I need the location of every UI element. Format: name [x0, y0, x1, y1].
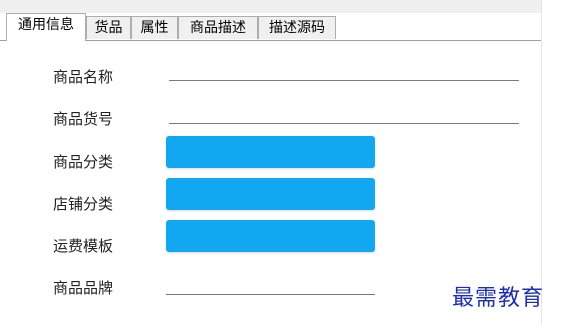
- tab-general-info[interactable]: 通用信息: [6, 13, 86, 41]
- tab-goods[interactable]: 货品: [86, 16, 131, 39]
- right-divider: [541, 0, 542, 325]
- product-name-label: 商品名称: [53, 68, 114, 86]
- window-top-strip: [0, 0, 541, 13]
- tab-attributes[interactable]: 属性: [131, 16, 178, 39]
- shipping-template-select[interactable]: [166, 220, 375, 252]
- product-name-field[interactable]: [169, 80, 519, 81]
- tab-description-source[interactable]: 描述源码: [258, 16, 336, 39]
- product-brand-field[interactable]: [166, 294, 375, 295]
- shipping-template-label: 运费模板: [53, 237, 114, 255]
- store-category-label: 店铺分类: [53, 195, 114, 213]
- watermark-text: 最需教育: [452, 286, 545, 311]
- product-code-field[interactable]: [169, 123, 519, 124]
- product-category-label: 商品分类: [53, 153, 114, 171]
- product-category-select[interactable]: [166, 136, 375, 168]
- product-brand-label: 商品品牌: [53, 279, 114, 297]
- tab-product-description[interactable]: 商品描述: [178, 16, 258, 39]
- tab-bar: 通用信息 货品 属性 商品描述 描述源码: [0, 13, 541, 41]
- store-category-select[interactable]: [166, 178, 375, 210]
- product-code-label: 商品货号: [53, 110, 114, 128]
